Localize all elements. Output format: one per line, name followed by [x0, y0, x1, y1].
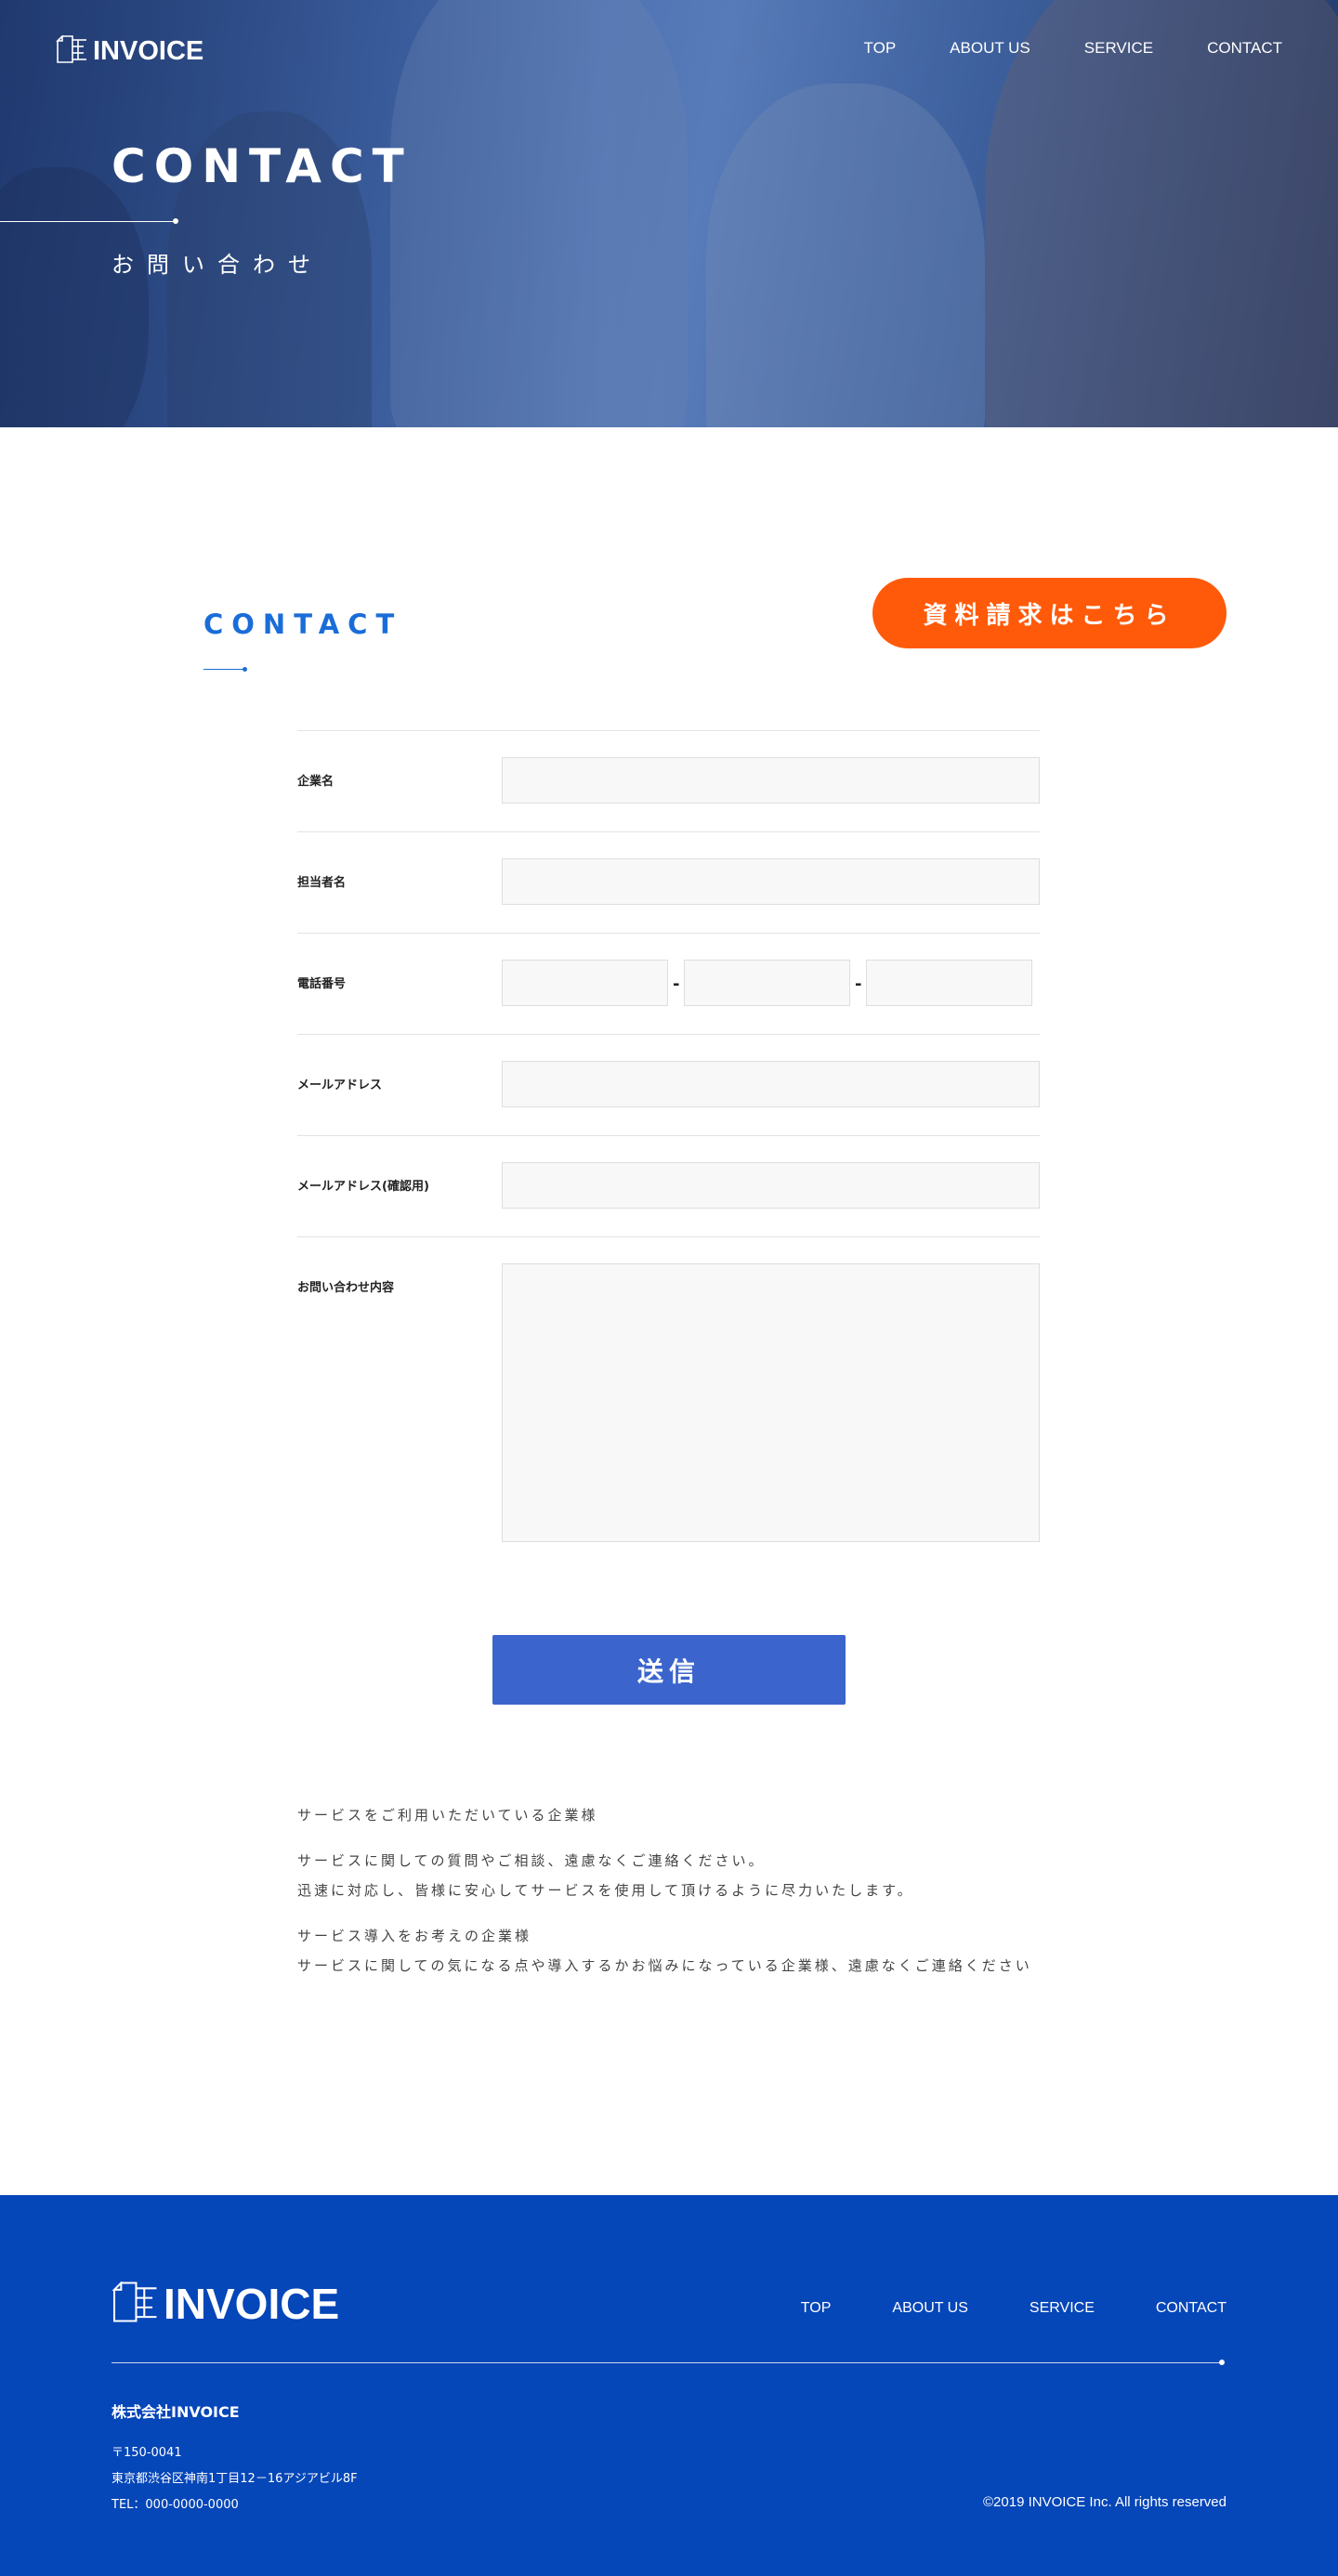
- message-label: お問い合わせ内容: [297, 1281, 395, 1295]
- person-label: 担当者名: [297, 876, 347, 890]
- form-row-person: 担当者名: [297, 831, 1040, 933]
- footer-nav-top[interactable]: TOP: [801, 2300, 832, 2317]
- contact-notes: サービスをご利用いただいている企業様 サービスに関しての質問やご相談、遠慮なくご…: [297, 1800, 1041, 1996]
- form-row-tel: 電話番号 - -: [297, 933, 1040, 1034]
- company-name: 株式会社INVOICE: [112, 2403, 240, 2421]
- tel-label: 電話番号: [297, 977, 347, 991]
- tel-separator: -: [855, 974, 862, 994]
- email-label: メールアドレス: [297, 1079, 383, 1092]
- invoice-logo-icon: [56, 34, 87, 67]
- notes-text: 迅速に対応し、皆様に安心してサービスを使用して頂けるように尽力いたします。: [297, 1882, 914, 1899]
- email-field[interactable]: [502, 1061, 1040, 1107]
- document-request-button[interactable]: 資料請求はこちら: [872, 578, 1226, 648]
- footer-divider: [112, 2362, 1223, 2363]
- email-confirm-label: メールアドレス(確認用): [297, 1180, 429, 1194]
- form-row-email-confirm: メールアドレス(確認用): [297, 1135, 1040, 1236]
- header-logo[interactable]: INVOICE: [56, 34, 204, 67]
- form-row-company: 企業名: [297, 730, 1040, 831]
- global-nav: TOP ABOUT US SERVICE CONTACT: [864, 39, 1282, 58]
- notes-paragraph: サービスをご利用いただいている企業様: [297, 1800, 1041, 1830]
- footer-logo-text: INVOICE: [164, 2280, 340, 2328]
- footer-nav: TOP ABOUT US SERVICE CONTACT: [801, 2300, 1226, 2317]
- company-address: 〒150-0041 東京都渋谷区神南1丁目12－16アジアビル8F TEL：00…: [112, 2440, 358, 2518]
- street-address: 東京都渋谷区神南1丁目12－16アジアビル8F: [112, 2472, 358, 2486]
- footer-nav-service[interactable]: SERVICE: [1030, 2300, 1095, 2317]
- footer-nav-contact[interactable]: CONTACT: [1156, 2300, 1226, 2317]
- notes-text: サービスに関しての質問やご相談、遠慮なくご連絡ください。: [297, 1852, 766, 1869]
- tel-field-1[interactable]: [502, 960, 668, 1006]
- tel-field-3[interactable]: [866, 960, 1032, 1006]
- message-textarea[interactable]: [502, 1263, 1040, 1542]
- email-confirm-field[interactable]: [502, 1162, 1040, 1209]
- invoice-logo-icon: [112, 2280, 158, 2326]
- tel-separator: -: [673, 974, 680, 994]
- notes-text: サービスをご利用いただいている企業様: [297, 1807, 598, 1824]
- notes-paragraph: サービス導入をお考えの企業様 サービスに関しての気になる点や導入するかお悩みにな…: [297, 1921, 1041, 1981]
- section-title: CONTACT: [203, 608, 403, 640]
- section-divider-dot: [243, 667, 247, 672]
- form-row-message: お問い合わせ内容: [297, 1236, 1040, 1542]
- footer-divider-dot: [1219, 2360, 1225, 2365]
- section-divider: [203, 669, 245, 670]
- logo-text: INVOICE: [93, 35, 204, 66]
- hero-divider: [0, 221, 177, 222]
- hero-subtitle: お問い合わせ: [112, 252, 323, 278]
- nav-top[interactable]: TOP: [864, 39, 897, 58]
- company-field[interactable]: [502, 757, 1040, 804]
- company-label: 企業名: [297, 775, 334, 789]
- nav-service[interactable]: SERVICE: [1084, 39, 1153, 58]
- nav-contact[interactable]: CONTACT: [1207, 39, 1282, 58]
- copyright: ©2019 INVOICE Inc. All rights reserved: [983, 2494, 1226, 2510]
- postal-code: 〒150-0041: [112, 2446, 182, 2460]
- hero-title: CONTACT: [112, 139, 413, 193]
- notes-text: サービスに関しての気になる点や導入するかお悩みになっている企業様、遠慮なくご連絡…: [297, 1957, 1032, 1974]
- tel-field-2[interactable]: [684, 960, 850, 1006]
- form-row-email: メールアドレス: [297, 1034, 1040, 1135]
- notes-text: サービス導入をお考えの企業様: [297, 1928, 532, 1944]
- footer: INVOICE TOP ABOUT US SERVICE CONTACT 株式会…: [0, 2195, 1338, 2576]
- nav-about-us[interactable]: ABOUT US: [950, 39, 1030, 58]
- telephone: TEL：000-0000-0000: [112, 2498, 239, 2512]
- notes-paragraph: サービスに関しての質問やご相談、遠慮なくご連絡ください。 迅速に対応し、皆様に安…: [297, 1846, 1041, 1905]
- footer-nav-about-us[interactable]: ABOUT US: [892, 2300, 968, 2317]
- hero-divider-dot: [173, 218, 178, 224]
- submit-button[interactable]: 送信: [492, 1635, 846, 1705]
- person-field[interactable]: [502, 858, 1040, 905]
- footer-logo[interactable]: INVOICE: [112, 2279, 339, 2329]
- hero: INVOICE TOP ABOUT US SERVICE CONTACT CON…: [0, 0, 1338, 427]
- contact-form: 企業名 担当者名 電話番号 - - メールアドレス メールアドレス(確認用) お…: [297, 730, 1040, 1542]
